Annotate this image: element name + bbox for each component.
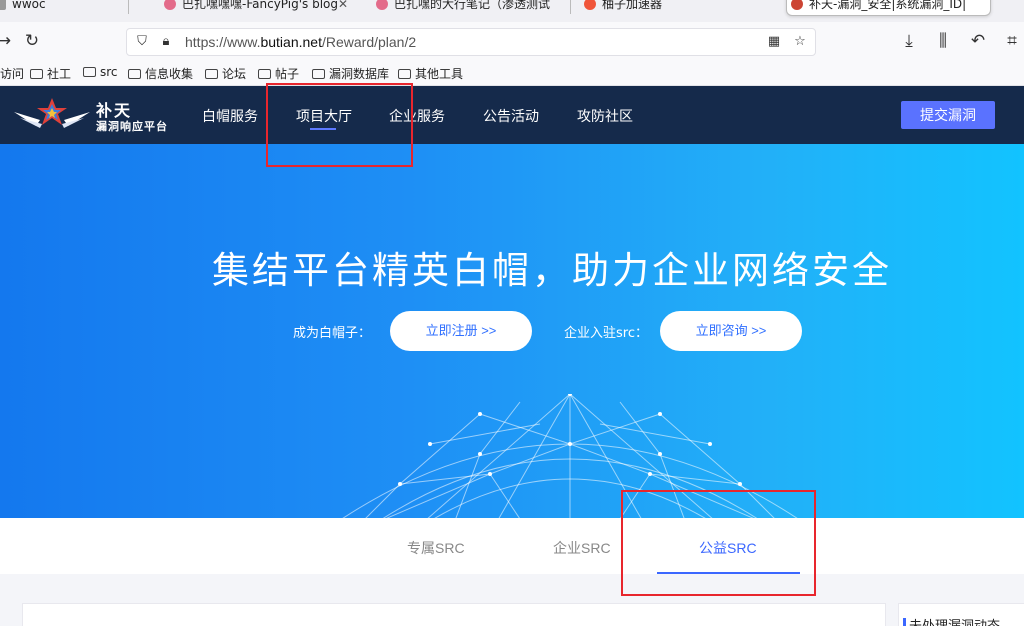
bookmarks-bar: 访问 社工 src 信息收集 论坛 帖子 漏洞数据库 其他工具 xyxy=(0,60,1024,86)
hero-title: 集结平台精英白帽，助力企业网络安全 xyxy=(212,249,892,292)
tab-separator xyxy=(570,0,571,14)
tab-title: 巴扎嘿嘿嘿-FancyPig's blog xyxy=(182,0,338,11)
logo-subtitle: 漏洞响应平台 xyxy=(96,120,168,133)
back-arrow-icon[interactable]: → xyxy=(0,29,16,53)
tab-title: 巴扎嘿的大行笔记（渗透测试 xyxy=(394,0,551,11)
bookmark-folder[interactable]: 论坛 xyxy=(205,65,246,82)
nav-item-announcements[interactable]: 公告活动 xyxy=(483,106,539,126)
sidebar-title-marker xyxy=(903,618,906,626)
reload-icon[interactable]: ↻ xyxy=(20,29,44,53)
folder-icon xyxy=(258,69,271,79)
url-domain: butian.net xyxy=(260,34,322,50)
tab-separator xyxy=(128,0,129,14)
url-text[interactable]: https://www.butian.net/Reward/plan/2 xyxy=(185,34,416,50)
submit-vulnerability-button[interactable]: 提交漏洞 xyxy=(901,101,995,129)
src-list-card xyxy=(22,603,886,626)
extension-icon[interactable]: ⌗ xyxy=(1000,29,1024,53)
sidebar-card: 未处理漏洞动态 xyxy=(898,603,1024,626)
bookmark-label: 帖子 xyxy=(275,67,300,81)
browser-tab-strip: wwoc 巴扎嘿嘿嘿-FancyPig's blog ✕ 巴扎嘿的大行笔记（渗透… xyxy=(0,0,1024,22)
url-path: /Reward/plan/2 xyxy=(321,34,417,50)
consult-button[interactable]: 立即咨询 >> xyxy=(660,311,802,351)
bookmark-folder[interactable]: 帖子 xyxy=(258,65,299,82)
bookmark-label: 其他工具 xyxy=(415,67,464,81)
lock-icon[interactable]: 🔒︎ xyxy=(157,33,175,51)
close-icon[interactable]: ✕ xyxy=(338,0,348,16)
browser-tab-active[interactable]: 补天-漏洞_安全|系统漏洞_ID| xyxy=(786,0,991,16)
tab-enterprise-src[interactable]: 企业SRC xyxy=(553,538,611,558)
bookmark-folder[interactable]: 社工 xyxy=(30,65,71,82)
bookmark-folder[interactable]: 漏洞数据库 xyxy=(312,65,389,82)
bookmark-label: 信息收集 xyxy=(145,67,194,81)
library-icon[interactable]: ⫼ xyxy=(931,29,955,53)
hero-banner: 集结平台精英白帽，助力企业网络安全 成为白帽子： 立即注册 >> 企业入驻src… xyxy=(0,144,1024,518)
download-icon[interactable]: ⤓ xyxy=(897,29,921,53)
url-prefix: https://www. xyxy=(185,34,261,50)
bookmark-folder[interactable]: 信息收集 xyxy=(128,65,193,82)
tab-title: 补天-漏洞_安全|系统漏洞_ID| xyxy=(809,0,967,11)
annotation-box-project-hall xyxy=(266,83,413,167)
whitehat-label: 成为白帽子： xyxy=(293,326,372,341)
shield-icon[interactable]: ⛉ xyxy=(133,33,151,51)
tab-title: 柚子加速器 xyxy=(602,0,663,11)
nav-item-whitehat-service[interactable]: 白帽服务 xyxy=(202,106,258,126)
tab-favicon-icon xyxy=(0,0,6,10)
tab-exclusive-src[interactable]: 专属SRC xyxy=(407,538,465,558)
browser-toolbar: → ↻ ⛉ 🔒︎ https://www.butian.net/Reward/p… xyxy=(0,22,1024,60)
browser-tab[interactable]: 柚子加速器 xyxy=(580,0,750,16)
bookmark-label: 论坛 xyxy=(222,67,247,81)
bookmark-star-icon[interactable]: ☆ xyxy=(791,33,809,51)
grapefruit-favicon-icon xyxy=(584,0,596,10)
bookmark-label: 漏洞数据库 xyxy=(329,67,390,81)
bookmark-folder[interactable]: 其他工具 xyxy=(398,65,463,82)
bookmark-label: src xyxy=(100,65,118,79)
sidebar-title: 未处理漏洞动态 xyxy=(909,615,1000,626)
register-button[interactable]: 立即注册 >> xyxy=(390,311,532,351)
src-category-tabs: 专属SRC 企业SRC 公益SRC xyxy=(0,518,1024,574)
browser-tab[interactable]: wwoc xyxy=(0,0,100,16)
folder-icon xyxy=(398,69,411,79)
site-navbar: 补天 漏洞响应平台 白帽服务 项目大厅 企业服务 公告活动 攻防社区 提交漏洞 xyxy=(0,86,1024,144)
tab-title: wwoc xyxy=(12,0,46,11)
heart-favicon-icon xyxy=(376,0,388,10)
folder-icon xyxy=(30,69,43,79)
folder-icon xyxy=(83,67,96,77)
enterprise-label: 企业入驻src： xyxy=(564,326,648,341)
address-bar[interactable]: ⛉ 🔒︎ https://www.butian.net/Reward/plan/… xyxy=(126,28,816,56)
folder-icon xyxy=(312,69,325,79)
bookmark-label: 访问 xyxy=(0,67,25,81)
folder-icon xyxy=(205,69,218,79)
nav-item-community[interactable]: 攻防社区 xyxy=(577,106,633,126)
qr-code-icon[interactable]: ▦ xyxy=(765,33,783,51)
browser-tab[interactable]: 巴扎嘿的大行笔记（渗透测试 xyxy=(372,0,562,16)
browser-tab[interactable]: 巴扎嘿嘿嘿-FancyPig's blog ✕ xyxy=(160,0,350,16)
undo-arrow-icon[interactable]: ↶ xyxy=(966,29,990,53)
folder-icon xyxy=(128,69,141,79)
butian-logo[interactable]: 补天 漏洞响应平台 xyxy=(12,96,172,136)
bookmark-item[interactable]: 访问 xyxy=(0,65,24,82)
star-wings-logo-icon xyxy=(14,98,90,128)
butian-favicon-icon xyxy=(791,0,803,10)
heart-favicon-icon xyxy=(164,0,176,10)
bookmark-label: 社工 xyxy=(47,67,72,81)
annotation-box-public-src xyxy=(621,490,816,596)
bookmark-folder[interactable]: src xyxy=(83,65,118,79)
